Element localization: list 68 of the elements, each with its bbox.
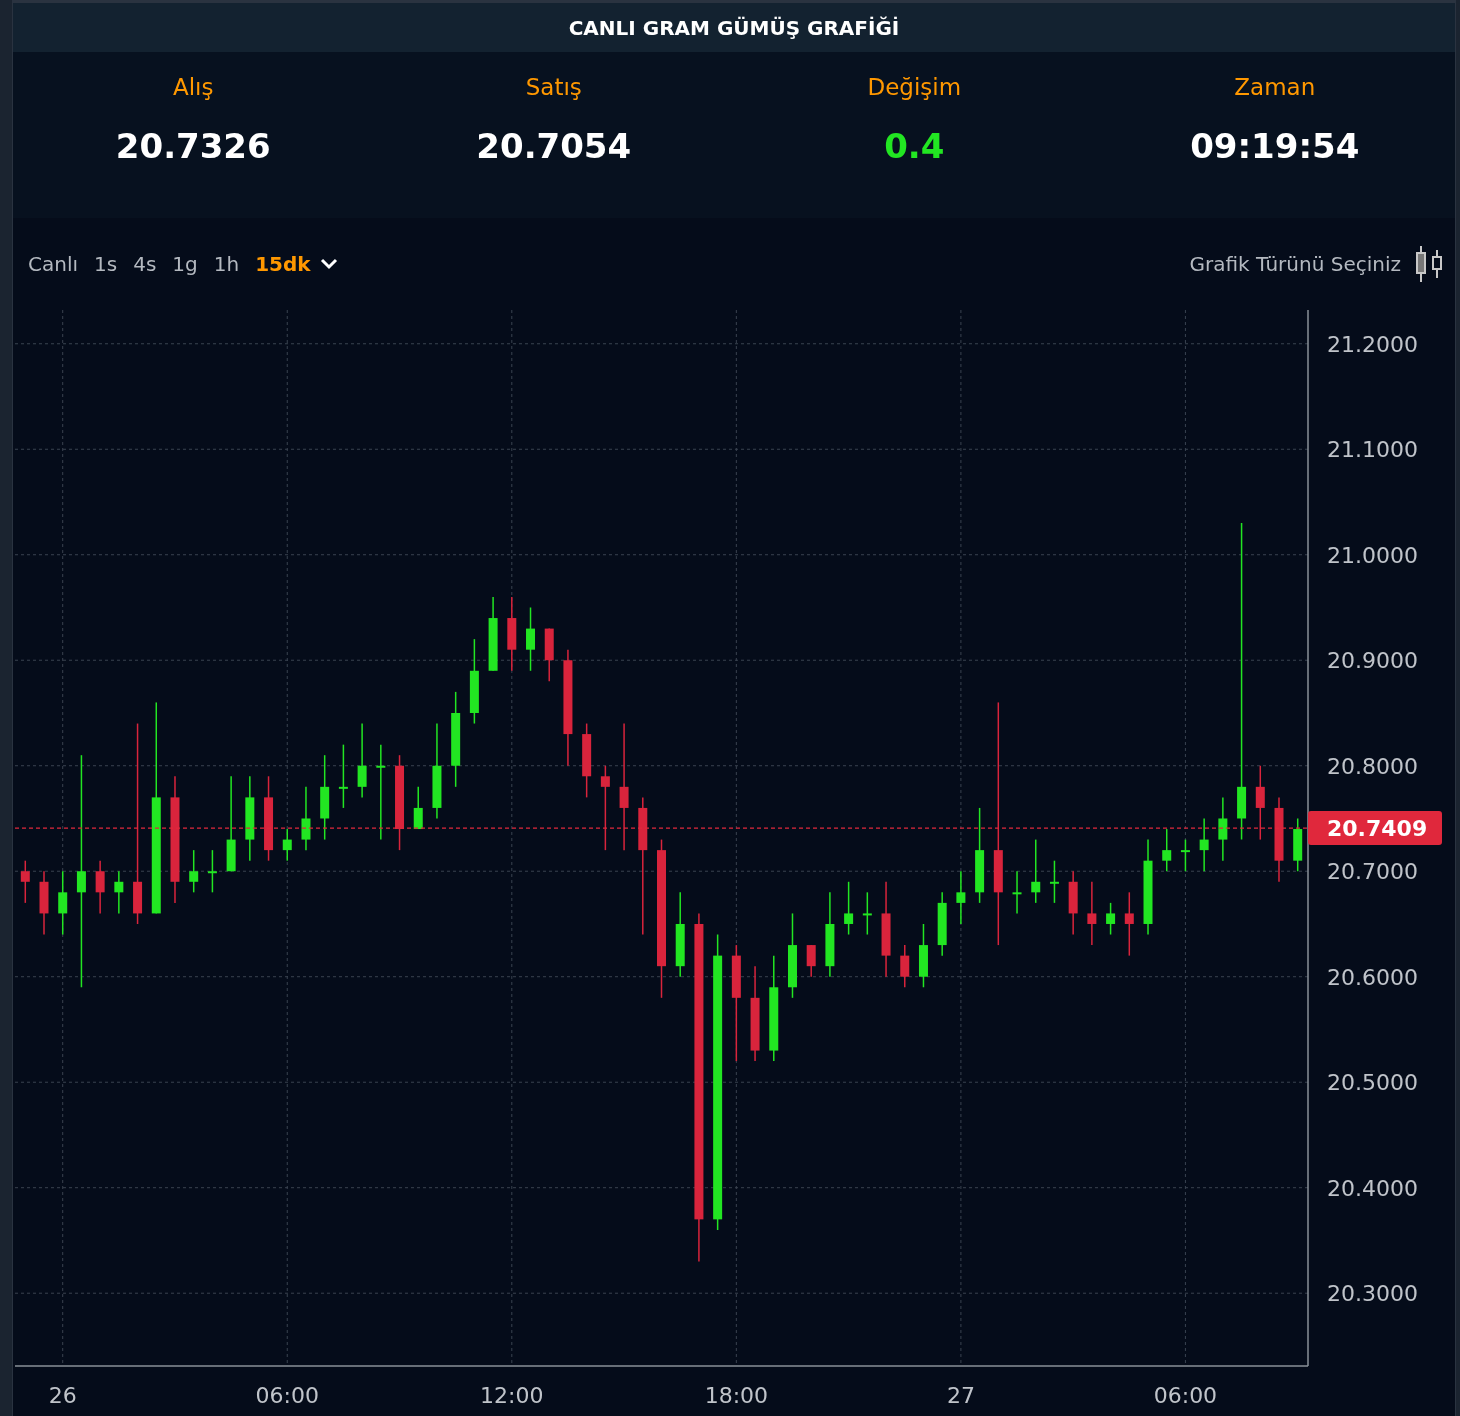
candle	[189, 849, 199, 894]
candle	[1087, 881, 1097, 946]
candle	[1068, 870, 1078, 936]
price-axis-label: 20.4000	[1327, 1175, 1418, 1201]
candle	[956, 870, 966, 925]
candle	[862, 891, 872, 936]
ref-line-label: 20.7409	[1327, 816, 1428, 842]
candle	[900, 944, 910, 988]
candle	[20, 859, 30, 904]
time-axis-label: 18:00	[704, 1383, 769, 1408]
chart-type-selector[interactable]: Grafik Türünü Seçiniz	[1189, 252, 1401, 276]
interval-tab[interactable]: 4s	[126, 250, 164, 278]
price-axis-label: 21.0000	[1327, 542, 1418, 568]
stat-value: 20.7326	[115, 126, 271, 166]
time-axis-label: 06:00	[1153, 1383, 1218, 1408]
price-axis-label: 20.5000	[1327, 1070, 1418, 1096]
price-axis-label: 20.7000	[1327, 859, 1418, 885]
price-axis-label: 20.3000	[1327, 1281, 1418, 1307]
candle	[844, 881, 854, 936]
time-axis-label: 06:00	[255, 1383, 319, 1408]
candle	[1124, 891, 1134, 957]
stat-label: Değişim	[867, 74, 962, 100]
interval-tab[interactable]: Canlı	[21, 250, 85, 278]
stat-value: 0.4	[884, 126, 945, 166]
candle	[526, 606, 535, 672]
candle	[1106, 902, 1116, 936]
candle	[1012, 870, 1022, 915]
candle	[937, 891, 947, 957]
candle	[338, 743, 348, 809]
candle	[544, 627, 554, 683]
candle	[1180, 838, 1190, 872]
candle	[95, 859, 105, 915]
candle	[1049, 859, 1059, 904]
stat-value: 09:19:54	[1190, 126, 1360, 166]
time-axis-label: 26	[48, 1383, 77, 1408]
interval-tab[interactable]: 1s	[87, 250, 125, 278]
stat-value: 20.7054	[476, 126, 632, 166]
interval-tab[interactable]: 1h	[206, 250, 247, 278]
candle	[413, 786, 423, 830]
stat-label: Alış	[173, 74, 214, 100]
time-axis-label: 12:00	[480, 1383, 544, 1408]
candle	[114, 870, 124, 915]
price-axis-label: 21.2000	[1327, 331, 1418, 357]
candle	[918, 923, 928, 988]
interval-tab[interactable]: 1g	[165, 250, 205, 278]
candle	[1218, 796, 1228, 862]
price-axis-label: 20.6000	[1327, 964, 1418, 990]
candle	[806, 944, 816, 978]
candle	[301, 786, 311, 851]
price-axis-label: 21.1000	[1327, 437, 1418, 463]
candle	[1162, 828, 1172, 872]
candle	[1199, 817, 1209, 872]
current-price-tag: 20.7409	[1308, 811, 1442, 846]
candle	[282, 828, 292, 862]
candle	[58, 870, 68, 936]
stat-label: Satış	[525, 74, 582, 100]
candle	[1031, 838, 1041, 904]
stat-label: Zaman	[1234, 74, 1316, 100]
candle	[39, 870, 49, 936]
chevron-down-icon[interactable]	[319, 258, 338, 270]
price-axis-label: 20.8000	[1327, 753, 1418, 779]
chart-title: CANLI GRAM GÜMÜŞ GRAFİĞİ	[13, 0, 1455, 52]
candle	[207, 849, 217, 894]
time-axis-label: 27	[946, 1383, 975, 1408]
candle	[1293, 817, 1303, 872]
price-axis-label: 20.9000	[1327, 648, 1418, 674]
interval-tab[interactable]: 15dk	[248, 250, 318, 278]
candlestick-icon[interactable]	[1415, 246, 1443, 282]
